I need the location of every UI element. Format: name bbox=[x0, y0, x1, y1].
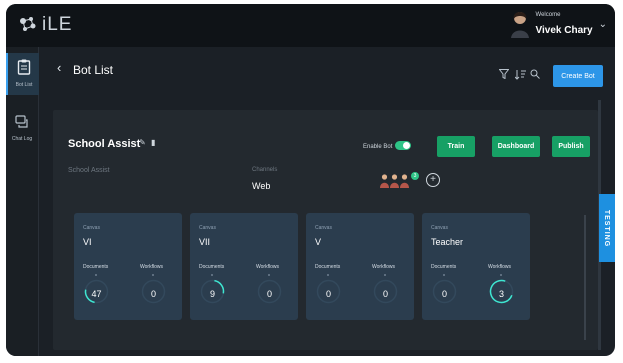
documents-label: Documents bbox=[83, 264, 109, 270]
documents-count: 47 bbox=[91, 289, 102, 299]
dashboard-button[interactable]: Dashboard bbox=[492, 136, 540, 157]
cards-scrollbar[interactable] bbox=[584, 215, 586, 340]
stat-marker bbox=[327, 274, 329, 276]
workflows-count: 3 bbox=[498, 289, 504, 299]
card-name: Teacher bbox=[431, 237, 464, 247]
agent-count-badge: 3 bbox=[411, 172, 419, 180]
logo-icon bbox=[16, 13, 40, 37]
stat-marker bbox=[152, 274, 154, 276]
documents-label: Documents bbox=[315, 264, 341, 270]
agent-icon bbox=[380, 174, 389, 188]
channels-label: Channels bbox=[252, 167, 278, 173]
stat-marker bbox=[500, 274, 502, 276]
app-logo: iLE bbox=[16, 12, 72, 38]
enable-bot-label: Enable Bot bbox=[363, 144, 393, 150]
sidebar-item-bot-list[interactable]: Bot List bbox=[6, 53, 40, 95]
logo-text: iLE bbox=[42, 14, 73, 35]
stat-marker bbox=[384, 274, 386, 276]
bot-panel: School Assist ✎ ▮ School Assist Enable B… bbox=[53, 110, 598, 350]
user-menu[interactable]: Welcome Vivek Chary ⌄ bbox=[510, 10, 607, 38]
documents-count: 0 bbox=[325, 289, 331, 299]
card-name: VI bbox=[83, 237, 92, 247]
workflows-count: 0 bbox=[150, 289, 156, 299]
welcome-text: Welcome bbox=[535, 11, 561, 18]
documents-count: 0 bbox=[441, 289, 447, 299]
bot-subtitle: School Assist bbox=[68, 167, 110, 174]
chevron-down-icon[interactable]: ⌄ bbox=[599, 19, 607, 30]
workflows-count: 0 bbox=[266, 289, 272, 299]
channels-value: Web bbox=[252, 181, 271, 191]
bot-name: School Assist bbox=[68, 138, 141, 150]
user-name: Vivek Chary bbox=[535, 24, 593, 36]
agent-icon bbox=[390, 174, 399, 188]
canvas-card[interactable]: Canvas VII Documents Workflows 9 0 bbox=[190, 213, 298, 320]
avatar bbox=[510, 10, 530, 38]
card-label: Canvas bbox=[431, 225, 448, 231]
train-button[interactable]: Train bbox=[437, 136, 475, 157]
clipboard-icon bbox=[8, 59, 40, 80]
page-title: Bot List bbox=[73, 63, 114, 77]
workflows-label: Workflows bbox=[256, 264, 279, 270]
sidebar-item-chat-log[interactable]: Chat Log bbox=[6, 109, 38, 149]
stat-marker bbox=[443, 274, 445, 276]
stat-marker bbox=[268, 274, 270, 276]
card-name: V bbox=[315, 237, 322, 247]
workflows-label: Workflows bbox=[140, 264, 163, 270]
card-label: Canvas bbox=[83, 225, 100, 231]
chat-icon bbox=[6, 115, 38, 134]
filter-icon[interactable] bbox=[498, 69, 510, 82]
sidebar-item-label: Bot List bbox=[15, 82, 33, 88]
card-name: VII bbox=[199, 237, 211, 247]
enable-bot-toggle[interactable] bbox=[395, 141, 411, 150]
workflows-count: 0 bbox=[382, 289, 388, 299]
agent-avatars[interactable]: 3 bbox=[378, 170, 422, 190]
edit-icon[interactable]: ✎ bbox=[139, 138, 146, 147]
sidebar: Bot List Chat Log bbox=[6, 47, 40, 356]
documents-label: Documents bbox=[199, 264, 225, 270]
testing-tab[interactable]: TESTING bbox=[599, 194, 615, 262]
documents-label: Documents bbox=[431, 264, 457, 270]
chevron-left-icon[interactable]: ‹ bbox=[57, 60, 61, 75]
sidebar-item-label: Chat Log bbox=[11, 136, 33, 142]
card-label: Canvas bbox=[199, 225, 216, 231]
workflows-label: Workflows bbox=[372, 264, 395, 270]
card-label: Canvas bbox=[315, 225, 332, 231]
app-window: iLE Welcome Vivek Chary ⌄ Bot List Chat … bbox=[6, 4, 615, 356]
testing-label: TESTING bbox=[603, 209, 611, 247]
workflows-label: Workflows bbox=[488, 264, 511, 270]
top-bar: iLE Welcome Vivek Chary ⌄ bbox=[6, 4, 615, 47]
stat-marker bbox=[211, 274, 213, 276]
sort-icon[interactable] bbox=[514, 69, 526, 83]
stat-marker bbox=[95, 274, 97, 276]
canvas-card[interactable]: Canvas Teacher Documents Workflows 0 3 bbox=[422, 213, 530, 320]
search-icon[interactable] bbox=[530, 69, 540, 82]
delete-icon[interactable]: ▮ bbox=[151, 138, 155, 147]
add-icon[interactable]: + bbox=[426, 173, 440, 187]
publish-button[interactable]: Publish bbox=[552, 136, 590, 157]
canvas-card[interactable]: Canvas V Documents Workflows 0 0 bbox=[306, 213, 414, 320]
documents-count: 9 bbox=[209, 289, 215, 299]
create-bot-button[interactable]: Create Bot bbox=[553, 65, 603, 87]
page-header: ‹ Bot List Create Bot bbox=[39, 47, 615, 99]
agent-icon bbox=[400, 174, 409, 188]
canvas-card[interactable]: Canvas VI Documents Workflows 47 0 bbox=[74, 213, 182, 320]
